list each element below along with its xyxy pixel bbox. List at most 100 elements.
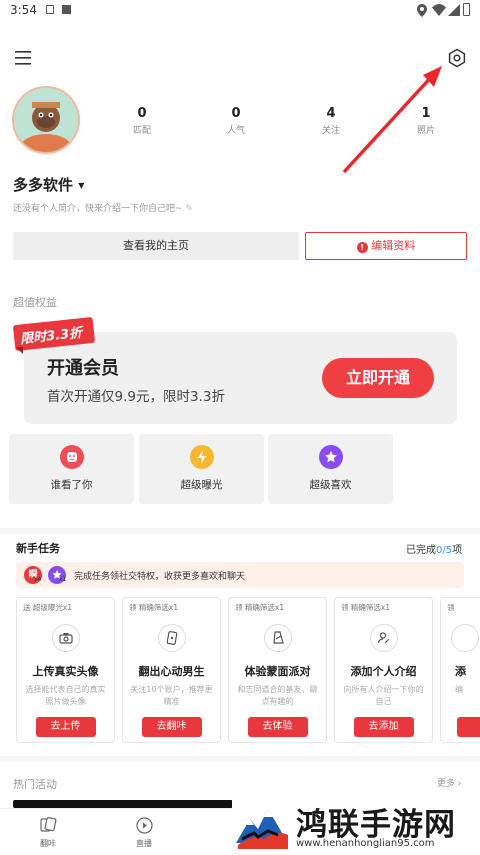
task-title: 添 [455,665,466,678]
task-card-upload-avatar[interactable]: 送 超级曝光x1 上传真实头像 选择能代表自己的真实照片做头像 去上传 [16,597,115,743]
stat-matches[interactable]: 0 匹配 [112,106,172,136]
task-desc: 关注10个账户，推荐更精准 [130,685,213,706]
location-icon [417,4,427,20]
task-desc: 编 [455,685,463,694]
play-circle-icon [135,817,153,834]
profile-name-dropdown[interactable]: 多多软件 ▼ [13,174,84,195]
watermark-logo [234,799,290,851]
task-card-partial[interactable]: 领 添 编 [440,597,480,743]
stat-value: 0 [137,106,147,121]
bio-text: 还没有个人简介，快来介绍一下你自己吧~ [13,204,183,214]
watermark-url: www.henanhonglian95.com [296,838,435,849]
settings-icon[interactable] [447,48,467,72]
task-desc: 选择能代表自己的真实照片做头像 [25,685,106,706]
watermark: 鸿联手游网 www.henanhonglian95.com [232,795,480,855]
lightning-icon [189,445,214,469]
stat-popularity[interactable]: 0 人气 [206,106,266,136]
progress-total: /5 [442,545,453,556]
hot-activity-banner[interactable] [13,800,233,808]
notification-icon [46,5,54,14]
stat-value: 0 [231,106,241,121]
chevron-right-icon: › [455,779,462,789]
card-icon [157,624,186,652]
person-edit-icon [369,624,398,652]
task-reward-tag: 送 超级曝光x1 [23,603,73,612]
task-title: 上传真实头像 [32,665,99,678]
task-card-mask-party[interactable]: 领 精确筛选x1 体验蒙面派对 和志同道合的基友，聊点有趣的 去体验 [228,597,327,743]
face-icon [59,445,84,469]
mask-icon [263,624,292,652]
wifi-icon [432,4,446,19]
task-title: 翻出心动男生 [138,665,205,678]
feature-label: 超级喜欢 [309,479,352,491]
progress-prefix: 已完成 [406,545,436,556]
reward-count: x4 [34,576,42,583]
feature-label: 超级曝光 [180,479,223,491]
cards-icon [40,816,57,832]
section-divider [0,756,480,762]
feature-label: 谁看了你 [50,479,93,491]
profile-name: 多多软件 [13,176,74,194]
status-time: 3:54 [10,3,37,17]
nav-label: 翻咔 [40,839,56,848]
task-action-button[interactable]: 去上传 [35,717,96,737]
menu-icon[interactable] [15,50,31,69]
notification-icon [62,5,71,14]
section-divider [0,528,480,534]
star-icon [318,445,343,469]
status-bar: 3:54 [0,0,480,22]
task-title: 添加个人介绍 [350,665,417,678]
edit-profile-label: 编辑资料 [371,239,416,252]
task-reward-tag: 领 精确筛选x1 [235,603,285,612]
feature-super-exposure[interactable]: 超级曝光 [139,434,264,504]
banner-text: 完成任务领社交特权，收获更多喜欢和聊天 [74,572,246,582]
task-reward-tag: 领 [447,603,455,612]
more-label: 更多 [437,779,456,789]
edit-profile-button[interactable]: ! 编辑资料 [305,232,467,260]
feature-who-viewed[interactable]: 谁看了你 [9,434,134,504]
nav-label: 直播 [136,839,152,848]
member-title: 开通会员 [47,358,119,379]
camera-icon [51,624,80,652]
task-reward-tag: 领 精确筛选x1 [341,603,391,612]
signal-icon [448,4,460,19]
open-membership-button[interactable]: 立即开通 [322,358,434,398]
battery-icon [463,3,470,16]
feature-super-like[interactable]: 超级喜欢 [268,434,393,504]
task-desc: 向所有人介绍一下你的自己 [343,685,424,706]
profile-bio[interactable]: 还没有个人简介，快来介绍一下你自己吧~ ✎ [13,201,193,214]
task-card-swipe[interactable]: 领 精确筛选x1 翻出心动男生 关注10个账户，推荐更精准 去翻咔 [122,597,221,743]
stat-photos[interactable]: 1 照片 [396,106,456,136]
stat-label: 匹配 [132,126,151,136]
nav-item-swipe[interactable]: 翻咔 [30,816,66,849]
stat-following[interactable]: 4 关注 [301,106,361,136]
avatar[interactable] [12,86,80,154]
task-card-add-intro[interactable]: 领 精确筛选x1 添加个人介绍 向所有人介绍一下你的自己 去添加 [334,597,433,743]
task-action-button[interactable]: 去添加 [353,717,414,737]
alert-icon: ! [356,242,368,253]
task-desc: 和志同道合的基友，聊点有趣的 [237,685,318,706]
task-icon [451,624,479,652]
progress-suffix: 项 [452,545,463,556]
task-title: 体验蒙面派对 [244,665,311,678]
nav-item-live[interactable]: 直播 [126,817,162,849]
edit-pencil-icon: ✎ [185,204,193,214]
stat-value: 1 [421,106,431,121]
stat-label: 照片 [416,126,435,136]
tasks-banner: 瞬 x4 x1 完成任务领社交特权，收获更多喜欢和聊天 [16,562,464,588]
hot-title: 热门活动 [13,778,57,791]
task-action-button[interactable]: 去体验 [247,717,308,737]
task-action-button[interactable]: 去翻咔 [141,717,202,737]
view-homepage-button[interactable]: 查看我的主页 [13,232,299,260]
reward-count: x1 [59,576,67,583]
member-subtitle: 首次开通仅9.9元，限时3.3折 [47,389,225,405]
stat-label: 关注 [321,126,340,136]
discount-badge: 限时3.3折 [12,316,96,355]
stat-value: 4 [326,106,336,121]
stat-label: 人气 [226,126,245,136]
hot-more-link[interactable]: 更多 › [437,776,461,789]
tasks-title: 新手任务 [16,542,60,555]
task-action-button[interactable] [457,717,480,737]
tasks-progress: 已完成0/5项 [406,541,462,556]
benefits-title: 超值权益 [13,296,57,309]
